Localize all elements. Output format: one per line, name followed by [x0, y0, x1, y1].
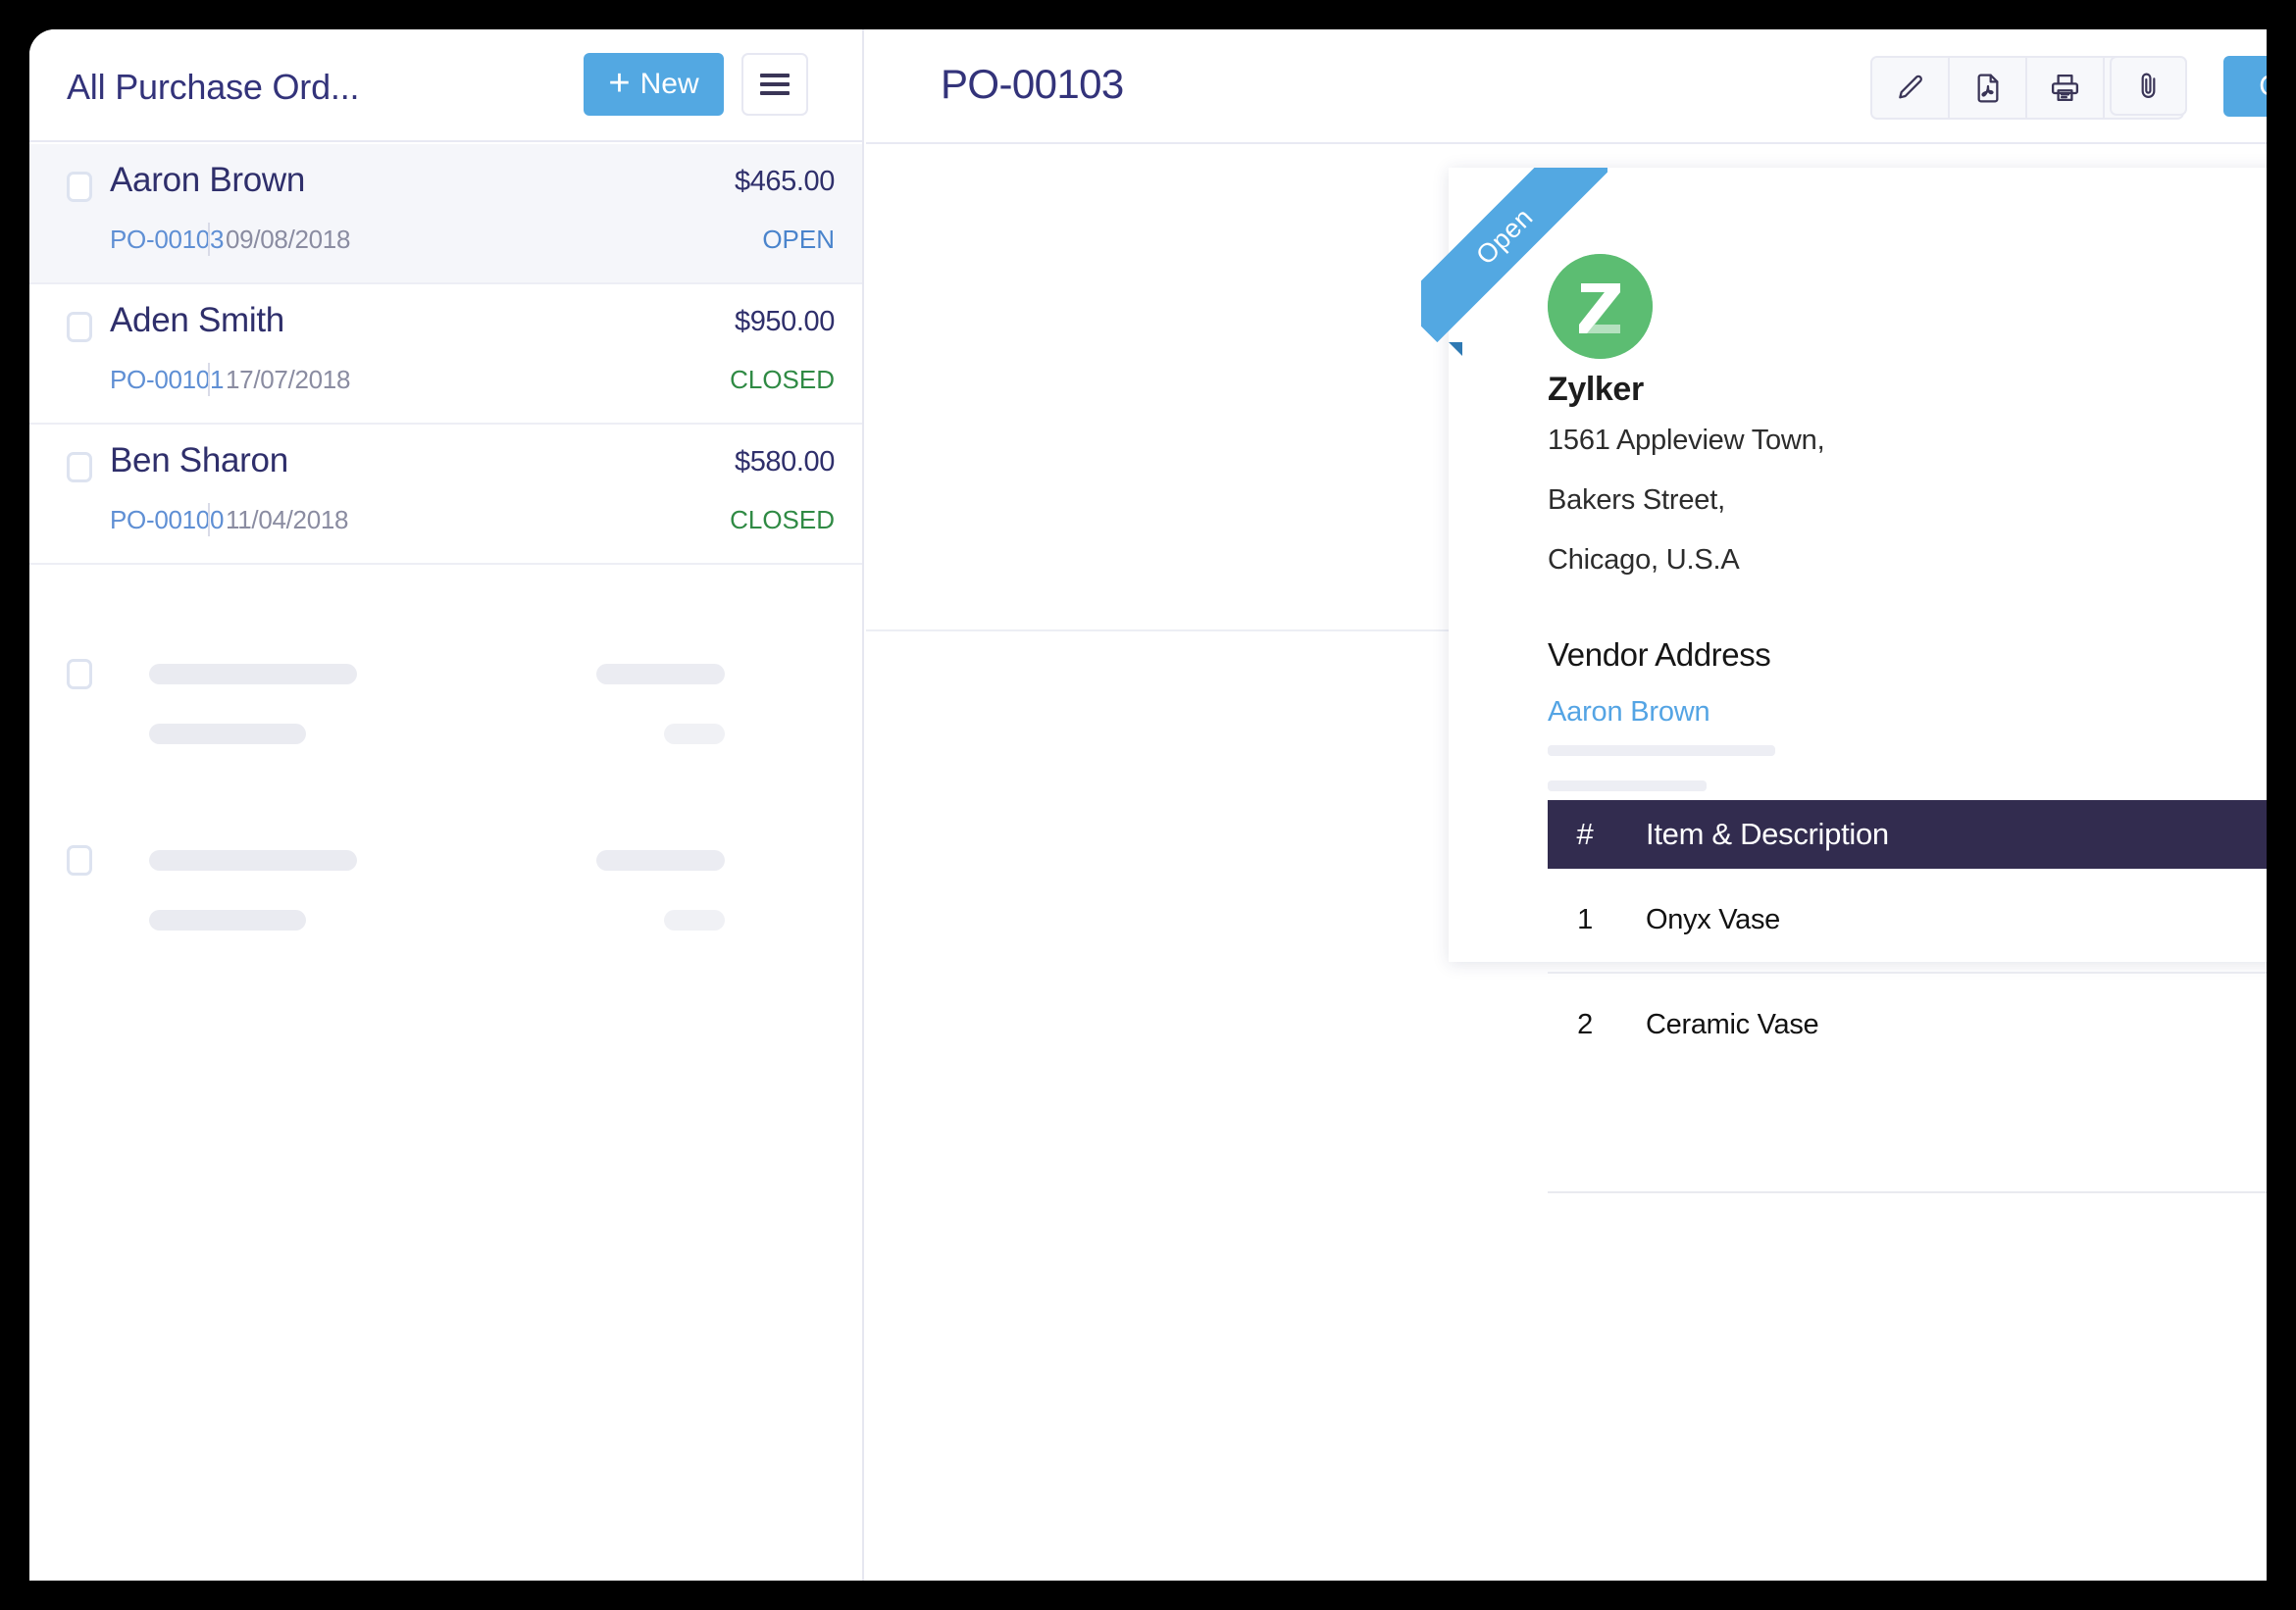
pdf-file-icon-button[interactable] — [1950, 58, 2027, 118]
placeholder-bar — [149, 910, 306, 931]
placeholder-bar — [596, 664, 725, 684]
placeholder-bar — [664, 724, 725, 744]
new-button-label: New — [639, 68, 699, 100]
sidebar-header: All Purchase Ord... + New — [29, 29, 862, 142]
company-address-line: Chicago, U.S.A — [1548, 544, 1740, 576]
vendor-name: Aaron Brown — [110, 161, 306, 199]
printer-icon-button[interactable] — [2027, 58, 2105, 118]
ribbon-fold — [1449, 342, 1462, 356]
attachment-button[interactable] — [2110, 56, 2187, 116]
purchase-order-document-card: Open More Zylker 1561 Appleview Town, — [1421, 168, 2267, 1193]
order-date: 09/08/2018 — [226, 225, 351, 254]
plus-icon: + — [608, 62, 631, 104]
company-logo — [1548, 254, 1653, 359]
detail-header-toolbar: PO-00103 — [866, 29, 2267, 144]
convert-to-bill-button[interactable]: Convert to Bill — [2223, 56, 2267, 117]
purchase-order-list[interactable]: Aaron Brown $465.00 PO-00103 09/08/2018 … — [29, 144, 862, 1581]
table-row[interactable]: Aaron Brown $465.00 PO-00103 09/08/2018 … — [29, 144, 862, 284]
vendor-name: Ben Sharon — [110, 441, 288, 479]
vendor-address-label: Vendor Address — [1548, 636, 1771, 673]
list-item-placeholder — [29, 635, 862, 751]
status-badge: OPEN — [762, 225, 835, 254]
company-address-line: 1561 Appleview Town, — [1548, 425, 1825, 456]
list-item-placeholder — [29, 822, 862, 937]
column-header-qty: Qty — [2257, 800, 2267, 869]
cell-description: Ceramic Vase — [1646, 1009, 1819, 1040]
placeholder-bar — [664, 910, 725, 931]
document-preview-area: Open More Zylker 1561 Appleview Town, — [866, 146, 2267, 1581]
order-number[interactable]: PO-00100 — [110, 505, 224, 535]
table-row: 1 Onyx Vase 15.00 15.00 225.00 — [1548, 869, 2267, 974]
placeholder-bar — [1548, 780, 1707, 791]
row-checkbox[interactable] — [67, 172, 92, 202]
cell-description: Onyx Vase — [1622, 869, 2257, 974]
row-checkbox[interactable] — [67, 659, 92, 689]
placeholder-bar — [149, 850, 357, 871]
edit-pencil-icon — [1898, 75, 1922, 98]
pdf-file-icon — [1977, 74, 1998, 102]
table-row[interactable]: Aden Smith $950.00 PO-00101 17/07/2018 C… — [29, 284, 862, 425]
divider — [208, 223, 210, 256]
status-badge: CLOSED — [730, 505, 835, 534]
paperclip-icon — [2141, 73, 2156, 98]
line-items-table: # Item & Description Qty Rate Amount 1 O… — [1548, 800, 2267, 1077]
column-header-index: # — [1548, 800, 1622, 869]
printer-icon — [2051, 74, 2079, 102]
totals-divider — [1548, 1191, 2267, 1193]
vendor-name: Aden Smith — [110, 301, 284, 339]
order-date: 17/07/2018 — [226, 365, 351, 394]
zylker-z-logo-icon — [1548, 254, 1653, 359]
cell-index: 1 — [1548, 869, 1622, 974]
placeholder-bar — [149, 724, 306, 744]
status-badge: CLOSED — [730, 365, 835, 394]
column-header-description: Item & Description — [1622, 800, 2257, 869]
edit-pencil-icon-button[interactable] — [1872, 58, 1950, 118]
order-amount: $580.00 — [734, 446, 835, 478]
order-number[interactable]: PO-00103 — [110, 225, 224, 255]
cell-qty: 20.00 — [2257, 973, 2267, 1077]
list-menu-button[interactable] — [741, 53, 808, 116]
purchase-order-list-sidebar: All Purchase Ord... + New Aaron Brown $4… — [29, 29, 864, 1581]
screen-frame: All Purchase Ord... + New Aaron Brown $4… — [0, 0, 2296, 1610]
order-number[interactable]: PO-00101 — [110, 365, 224, 395]
hamburger-icon — [760, 74, 790, 95]
cell-index: 2 — [1577, 1009, 1593, 1040]
placeholder-bar — [149, 664, 357, 684]
page-title: PO-00103 — [941, 61, 1124, 107]
vendor-name-link[interactable]: Aaron Brown — [1548, 696, 1710, 729]
order-amount: $465.00 — [734, 166, 835, 197]
table-header-row: # Item & Description Qty Rate Amount — [1548, 800, 2267, 869]
cell-qty: 15.00 — [2257, 869, 2267, 974]
row-checkbox[interactable] — [67, 845, 92, 876]
purchase-order-detail-panel: PO-00103 Open Zylker 1561 Appleview Town… — [866, 29, 2267, 1581]
divider — [208, 503, 210, 536]
placeholder-bar — [1548, 745, 1775, 756]
table-row[interactable]: Ben Sharon $580.00 PO-00100 11/04/2018 C… — [29, 425, 862, 565]
new-button[interactable]: + New — [584, 53, 724, 116]
list-title: All Purchase Ord... — [67, 67, 360, 107]
divider — [208, 363, 210, 396]
row-checkbox[interactable] — [67, 312, 92, 342]
order-date: 11/04/2018 — [226, 505, 349, 534]
app-window: All Purchase Ord... + New Aaron Brown $4… — [29, 29, 2267, 1581]
row-checkbox[interactable] — [67, 452, 92, 482]
table-row: 2 Ceramic Vase 20.00 12.00 240.00 — [1548, 973, 2267, 1077]
company-address-line: Bakers Street, — [1548, 484, 1725, 516]
placeholder-bar — [596, 850, 725, 871]
company-name: Zylker — [1548, 371, 1644, 408]
order-amount: $950.00 — [734, 306, 835, 337]
